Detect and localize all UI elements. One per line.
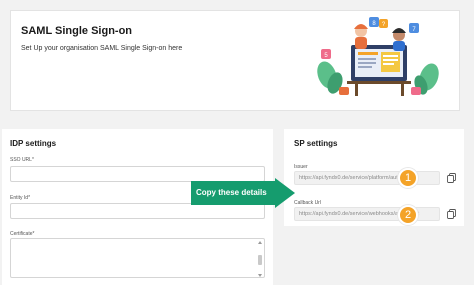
sso-url-label: SSO URL* [10, 157, 34, 163]
callout-text: Copy these details [196, 188, 267, 197]
issuer-field[interactable]: https://api.fyndx0.de/service/platform/a… [294, 171, 440, 185]
issuer-label: Issuer [294, 164, 308, 170]
copy-issuer-icon[interactable] [447, 173, 456, 183]
sso-url-input[interactable] [10, 166, 265, 182]
copy-details-callout: Copy these details [191, 178, 297, 208]
idp-settings-title: IDP settings [10, 139, 57, 148]
callout-arrow-icon [275, 178, 295, 208]
certificate-textarea[interactable] [10, 238, 265, 278]
scroll-down-arrow-icon[interactable] [258, 274, 262, 277]
sp-settings-title: SP settings [294, 139, 338, 148]
certificate-label: Certificate* [10, 231, 35, 237]
step-badge-1: 1 [398, 168, 418, 188]
callback-url-label: Callback Url [294, 200, 321, 206]
scroll-thumb[interactable] [258, 255, 262, 265]
sp-settings-card: SP settings Issuer https://api.fyndx0.de… [284, 129, 464, 226]
step-badge-2: 2 [398, 205, 418, 225]
sso-illustration: 8 7 5 ? [317, 17, 439, 96]
certificate-scrollbar[interactable] [257, 241, 263, 277]
saml-header-card: SAML Single Sign-on Set Up your organisa… [10, 10, 460, 111]
callback-url-field[interactable]: https://api.fyndx0.de/service/webhooks/a… [294, 207, 440, 221]
idp-settings-card: IDP settings SSO URL* Entity Id* Certifi… [2, 129, 273, 285]
copy-callback-url-icon[interactable] [447, 209, 456, 219]
page-subtitle: Set Up your organisation SAML Single Sig… [21, 45, 183, 52]
entity-id-label: Entity Id* [10, 195, 31, 201]
page-title: SAML Single Sign-on [21, 25, 133, 37]
scroll-up-arrow-icon[interactable] [258, 241, 262, 244]
entity-id-input[interactable] [10, 203, 265, 219]
